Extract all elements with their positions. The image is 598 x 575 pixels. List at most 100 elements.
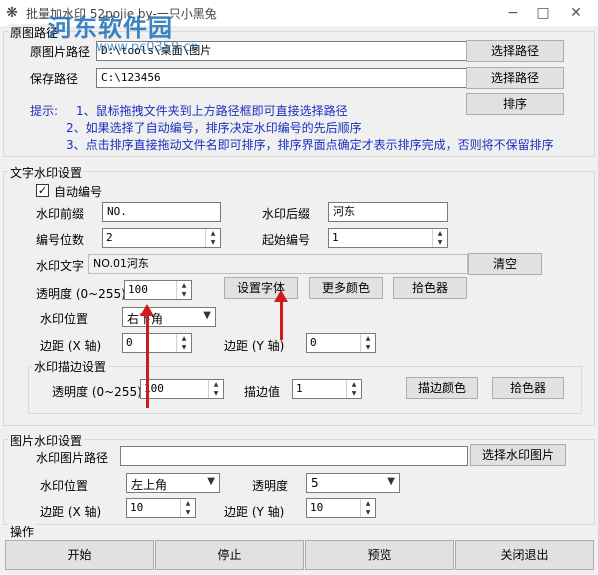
site-watermark-logo: 河东软件园 <box>48 14 173 42</box>
margin-y-spinner[interactable]: 0 ▲ ▼ <box>306 333 376 353</box>
sort-button[interactable]: 排序 <box>466 93 564 115</box>
chevron-up-icon[interactable]: ▲ <box>177 281 191 290</box>
app-icon: ❋ <box>6 5 18 21</box>
maximize-icon[interactable]: □ <box>532 4 554 22</box>
spinner-arrows: ▲ ▼ <box>360 334 375 352</box>
stroke-color-button[interactable]: 描边颜色 <box>406 377 478 399</box>
watermark-text-input[interactable]: NO.01河东 <box>88 254 468 274</box>
image-margin-y-label: 边距 (Y 轴) <box>224 505 285 519</box>
close-icon[interactable]: ✕ <box>565 4 587 22</box>
opacity-value: 100 <box>128 283 148 296</box>
chevron-down-icon[interactable]: ▼ <box>361 508 375 517</box>
stroke-picker-button[interactable]: 拾色器 <box>492 377 564 399</box>
clear-button[interactable]: 清空 <box>468 253 542 275</box>
image-opacity-value: 5 <box>311 476 319 490</box>
start-button[interactable]: 开始 <box>5 540 154 570</box>
chevron-down-icon[interactable]: ▼ <box>181 508 195 517</box>
start-number-spinner[interactable]: 1 ▲ ▼ <box>328 228 448 248</box>
auto-number-checkbox[interactable]: ✓ <box>36 184 49 197</box>
stroke-value-spinner[interactable]: 1 ▲ ▼ <box>292 379 362 399</box>
prefix-input[interactable]: NO. <box>102 202 221 222</box>
stroke-value-label: 描边值 <box>244 385 281 399</box>
site-watermark-url: www.pc0359.cn <box>96 40 199 55</box>
chevron-up-icon[interactable]: ▲ <box>361 334 375 343</box>
image-margin-x-value: 10 <box>130 501 144 514</box>
preview-button[interactable]: 预览 <box>305 540 454 570</box>
stroke-opacity-spinner[interactable]: 100 ▲ ▼ <box>140 379 224 399</box>
spinner-arrows: ▲ ▼ <box>205 229 220 247</box>
stop-button[interactable]: 停止 <box>155 540 304 570</box>
chevron-down-icon[interactable]: ▼ <box>433 238 447 247</box>
select-image-button[interactable]: 选择水印图片 <box>470 444 566 466</box>
digits-label: 编号位数 <box>36 233 85 247</box>
position-label: 水印位置 <box>40 312 89 326</box>
chevron-up-icon[interactable]: ▲ <box>206 229 220 238</box>
save-path-input[interactable]: C:\123456 <box>96 68 467 88</box>
image-margin-x-spinner[interactable]: 10 ▲ ▼ <box>126 498 196 518</box>
watermark-text-label: 水印文字 <box>36 259 85 273</box>
chevron-down-icon: ▼ <box>203 310 211 321</box>
margin-y-value: 0 <box>310 336 317 349</box>
margin-x-label: 边距 (X 轴) <box>40 339 102 353</box>
image-position-label: 水印位置 <box>40 479 89 493</box>
chevron-down-icon: ▼ <box>387 476 395 487</box>
start-number-label: 起始编号 <box>262 233 311 247</box>
margin-y-label: 边距 (Y 轴) <box>224 339 285 353</box>
minimize-icon[interactable]: − <box>502 4 524 22</box>
chevron-down-icon[interactable]: ▼ <box>361 343 375 352</box>
actions-group-title: 操作 <box>8 523 37 540</box>
suffix-input[interactable]: 河东 <box>328 202 448 222</box>
hint-line-3: 3、点击排序直接拖动文件名即可排序，排序界面点确定才表示排序完成，否则将不保留排… <box>66 138 554 152</box>
spinner-arrows: ▲ ▼ <box>176 281 191 299</box>
image-path-input[interactable] <box>120 446 468 466</box>
chevron-down-icon: ▼ <box>207 476 215 487</box>
opacity-spinner[interactable]: 100 ▲ ▼ <box>124 280 192 300</box>
margin-x-spinner[interactable]: 0 ▲ ▼ <box>122 333 192 353</box>
digits-value: 2 <box>106 231 113 244</box>
image-watermark-group-title: 图片水印设置 <box>8 432 85 449</box>
annotation-arrow-icon <box>274 290 288 302</box>
spinner-arrows: ▲ ▼ <box>176 334 191 352</box>
more-colors-button[interactable]: 更多颜色 <box>309 277 383 299</box>
spinner-arrows: ▲ ▼ <box>180 499 195 517</box>
hint-line-2: 2、如果选择了自动编号，排序决定水印编号的先后顺序 <box>66 121 362 135</box>
source-path-label: 原图片路径 <box>30 45 91 59</box>
image-margin-y-spinner[interactable]: 10 ▲ ▼ <box>306 498 376 518</box>
chevron-up-icon[interactable]: ▲ <box>347 380 361 389</box>
chevron-up-icon[interactable]: ▲ <box>433 229 447 238</box>
image-position-select[interactable]: 左上角 ▼ <box>126 473 220 493</box>
select-save-button[interactable]: 选择路径 <box>466 67 564 89</box>
hint-line-1: 1、鼠标拖拽文件夹到上方路径框即可直接选择路径 <box>76 104 348 118</box>
position-select[interactable]: 右下角 ▼ <box>122 307 216 327</box>
stroke-group-title: 水印描边设置 <box>32 358 109 375</box>
chevron-down-icon[interactable]: ▼ <box>177 343 191 352</box>
spinner-arrows: ▲ ▼ <box>346 380 361 398</box>
save-path-label: 保存路径 <box>30 72 79 86</box>
stroke-value: 1 <box>296 382 303 395</box>
start-number-value: 1 <box>332 231 339 244</box>
chevron-down-icon[interactable]: ▼ <box>209 389 223 398</box>
image-opacity-label: 透明度 <box>252 479 289 493</box>
spinner-arrows: ▲ ▼ <box>432 229 447 247</box>
spinner-arrows: ▲ ▼ <box>360 499 375 517</box>
chevron-down-icon[interactable]: ▼ <box>347 389 361 398</box>
select-source-button[interactable]: 选择路径 <box>466 40 564 62</box>
chevron-up-icon[interactable]: ▲ <box>181 499 195 508</box>
text-watermark-group-title: 文字水印设置 <box>8 164 85 181</box>
chevron-down-icon[interactable]: ▼ <box>177 290 191 299</box>
digits-spinner[interactable]: 2 ▲ ▼ <box>102 228 221 248</box>
suffix-label: 水印后缀 <box>262 207 311 221</box>
chevron-up-icon[interactable]: ▲ <box>177 334 191 343</box>
chevron-up-icon[interactable]: ▲ <box>209 380 223 389</box>
margin-x-value: 0 <box>126 336 133 349</box>
image-margin-x-label: 边距 (X 轴) <box>40 505 102 519</box>
hint-label: 提示: <box>30 104 59 118</box>
close-exit-button[interactable]: 关闭退出 <box>455 540 594 570</box>
chevron-down-icon[interactable]: ▼ <box>206 238 220 247</box>
color-picker-button[interactable]: 拾色器 <box>393 277 467 299</box>
image-opacity-select[interactable]: 5 ▼ <box>306 473 400 493</box>
annotation-arrow-shaft <box>146 316 149 408</box>
chevron-up-icon[interactable]: ▲ <box>361 499 375 508</box>
spinner-arrows: ▲ ▼ <box>208 380 223 398</box>
image-path-label: 水印图片路径 <box>36 451 109 465</box>
